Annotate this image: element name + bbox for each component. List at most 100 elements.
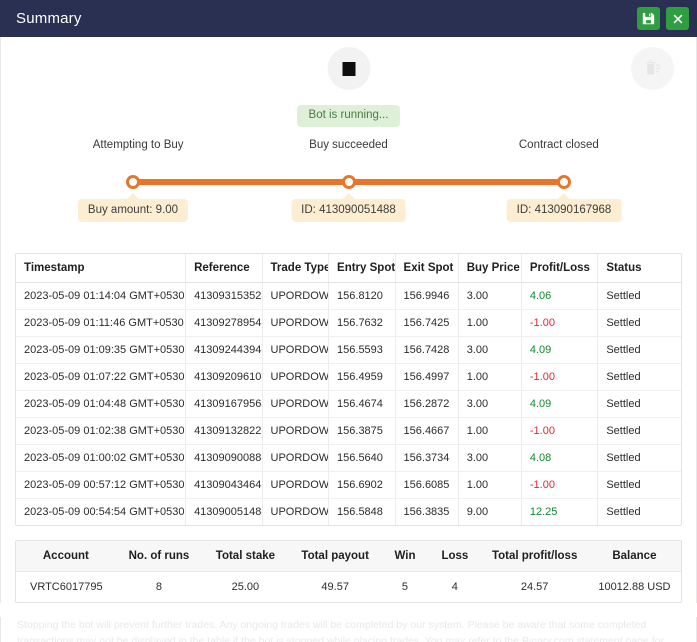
transaction-buy-price: 1.00 — [458, 309, 521, 336]
stats-header-account: Account — [16, 541, 116, 572]
timeline-labels: Attempting to Buy Buy succeeded Contract… — [29, 139, 668, 151]
transaction-profit-loss: -1.00 — [521, 471, 597, 498]
transaction-exit-spot: 156.6085 — [395, 471, 458, 498]
transaction-entry-spot: 156.4959 — [329, 363, 396, 390]
transaction-entry-spot: 156.5640 — [329, 444, 396, 471]
column-header-exit-spot[interactable]: Exit Spot — [395, 254, 458, 283]
transaction-exit-spot: 156.3734 — [395, 444, 458, 471]
transaction-exit-spot: 156.3835 — [395, 498, 458, 525]
transaction-buy-price: 1.00 — [458, 417, 521, 444]
stop-icon — [342, 62, 355, 76]
transaction-profit-loss: 12.25 — [521, 498, 597, 525]
transaction-profit-loss: 4.09 — [521, 336, 597, 363]
summary-panel: Summary — [0, 0, 697, 642]
table-row[interactable]: 2023-05-09 01:07:22 GMT+0530413092096108… — [16, 363, 681, 390]
close-button[interactable] — [666, 7, 689, 30]
transaction-timestamp: 2023-05-09 00:54:54 GMT+0530 — [16, 498, 186, 525]
close-icon — [672, 13, 684, 25]
trash-icon — [642, 57, 663, 81]
table-row[interactable]: 2023-05-09 01:14:04 GMT+0530413093153528… — [16, 282, 681, 309]
transactions-header-row: Timestamp Reference Trade Type Entry Spo… — [16, 254, 681, 283]
transaction-trade-type: UPORDOWN — [262, 471, 329, 498]
transaction-profit-loss: -1.00 — [521, 363, 597, 390]
transaction-status: Settled — [598, 282, 681, 309]
page-title: Summary — [16, 10, 637, 27]
stats-table: Account No. of runs Total stake Total pa… — [16, 541, 681, 602]
transaction-profit-loss: 4.09 — [521, 390, 597, 417]
transaction-status: Settled — [598, 471, 681, 498]
table-row[interactable]: 2023-05-09 01:04:48 GMT+0530413091679568… — [16, 390, 681, 417]
transaction-buy-price: 1.00 — [458, 471, 521, 498]
transaction-reference: 413091328228 — [186, 417, 262, 444]
save-button[interactable] — [637, 7, 660, 30]
table-row[interactable]: 2023-05-09 01:09:35 GMT+0530413092443948… — [16, 336, 681, 363]
stats-header-total-payout: Total payout — [289, 541, 382, 572]
timeline-step-label-0: Attempting to Buy — [33, 139, 243, 151]
transaction-buy-price: 3.00 — [458, 390, 521, 417]
stats-row: VRTC6017795 8 25.00 49.57 5 4 24.57 1001… — [16, 571, 681, 602]
column-header-reference[interactable]: Reference — [186, 254, 262, 283]
transaction-timestamp: 2023-05-09 01:09:35 GMT+0530 — [16, 336, 186, 363]
transaction-exit-spot: 156.7428 — [395, 336, 458, 363]
column-header-entry-spot[interactable]: Entry Spot — [329, 254, 396, 283]
titlebar: Summary — [0, 0, 697, 37]
transaction-reference: 413093153528 — [186, 282, 262, 309]
clear-stats-button[interactable] — [631, 47, 674, 90]
transaction-trade-type: UPORDOWN — [262, 417, 329, 444]
stats-header-win: Win — [382, 541, 429, 572]
transaction-exit-spot: 156.2872 — [395, 390, 458, 417]
table-row[interactable]: 2023-05-09 01:02:38 GMT+0530413091328228… — [16, 417, 681, 444]
transaction-buy-price: 3.00 — [458, 336, 521, 363]
table-row[interactable]: 2023-05-09 00:57:12 GMT+0530413090434648… — [16, 471, 681, 498]
stats-value-balance: 10012.88 USD — [588, 571, 681, 602]
column-header-profit-loss[interactable]: Profit/Loss — [521, 254, 597, 283]
stats-value-runs: 8 — [116, 571, 202, 602]
transaction-timestamp: 2023-05-09 01:14:04 GMT+0530 — [16, 282, 186, 309]
timeline-tooltips: Buy amount: 9.00 ID: 413090051488 ID: 41… — [29, 199, 668, 239]
stats-header-total-profit-loss: Total profit/loss — [481, 541, 587, 572]
transaction-buy-price: 3.00 — [458, 282, 521, 309]
transaction-trade-type: UPORDOWN — [262, 498, 329, 525]
transaction-profit-loss: -1.00 — [521, 417, 597, 444]
transaction-entry-spot: 156.6902 — [329, 471, 396, 498]
transaction-buy-price: 3.00 — [458, 444, 521, 471]
status-badge: Bot is running... — [297, 105, 401, 127]
column-header-timestamp[interactable]: Timestamp — [16, 254, 186, 283]
panel-body: Bot is running... Attempting to Buy Buy … — [0, 37, 697, 603]
stats-header-row: Account No. of runs Total stake Total pa… — [16, 541, 681, 572]
transaction-profit-loss: -1.00 — [521, 309, 597, 336]
stop-bot-button[interactable] — [327, 47, 370, 90]
transaction-reference: 413092443948 — [186, 336, 262, 363]
transaction-reference: 413090900888 — [186, 444, 262, 471]
transaction-profit-loss: 4.08 — [521, 444, 597, 471]
transaction-profit-loss: 4.06 — [521, 282, 597, 309]
transaction-status: Settled — [598, 498, 681, 525]
stats-header-loss: Loss — [428, 541, 481, 572]
disclaimer-text: Stopping the bot will prevent further tr… — [0, 617, 697, 642]
transaction-entry-spot: 156.5848 — [329, 498, 396, 525]
stats-table-wrap: Account No. of runs Total stake Total pa… — [15, 540, 682, 603]
transaction-status: Settled — [598, 390, 681, 417]
column-header-trade-type[interactable]: Trade Type — [262, 254, 329, 283]
stats-value-loss: 4 — [428, 571, 481, 602]
bot-status-wrap: Bot is running... — [15, 105, 682, 127]
transaction-reference: 413092789548 — [186, 309, 262, 336]
table-row[interactable]: 2023-05-09 01:00:02 GMT+0530413090900888… — [16, 444, 681, 471]
table-row[interactable]: 2023-05-09 00:54:54 GMT+0530413090051488… — [16, 498, 681, 525]
timeline-step-label-2: Contract closed — [454, 139, 664, 151]
timeline-dot-2 — [557, 175, 571, 189]
stats-header-balance: Balance — [588, 541, 681, 572]
table-row[interactable]: 2023-05-09 01:11:46 GMT+0530413092789548… — [16, 309, 681, 336]
titlebar-actions — [637, 7, 689, 30]
column-header-buy-price[interactable]: Buy Price — [458, 254, 521, 283]
bot-controls — [15, 37, 682, 101]
transaction-buy-price: 9.00 — [458, 498, 521, 525]
column-header-status[interactable]: Status — [598, 254, 681, 283]
transaction-timestamp: 2023-05-09 01:07:22 GMT+0530 — [16, 363, 186, 390]
timeline-step-label-1: Buy succeeded — [243, 139, 453, 151]
stats-header-runs: No. of runs — [116, 541, 202, 572]
stats-value-total-payout: 49.57 — [289, 571, 382, 602]
timeline-tooltip-1: ID: 413090051488 — [291, 199, 406, 223]
timeline-tooltip-2: ID: 413090167968 — [507, 199, 622, 223]
transaction-status: Settled — [598, 363, 681, 390]
